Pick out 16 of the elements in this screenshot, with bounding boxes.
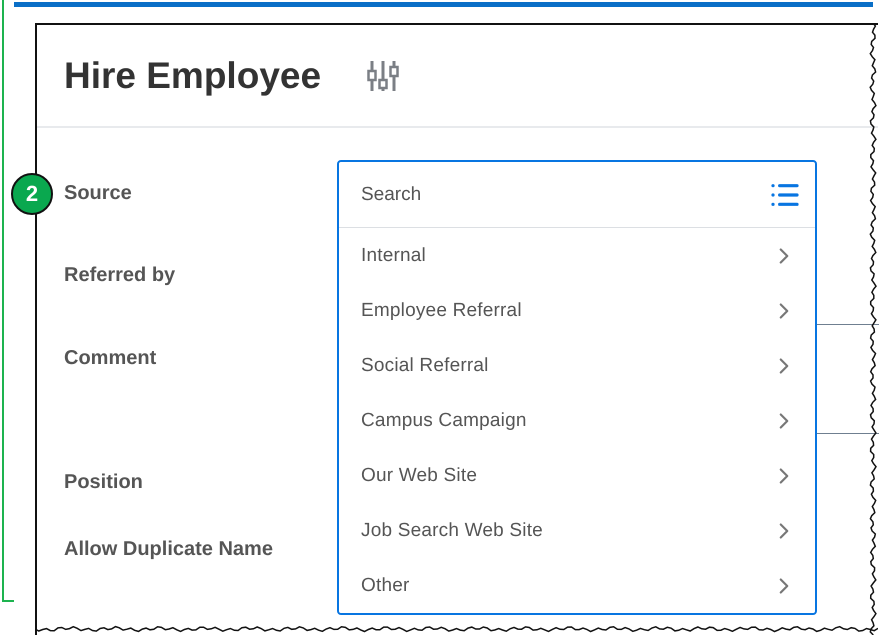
dropdown-option[interactable]: Employee Referral — [339, 283, 815, 338]
step-badge: 2 — [11, 173, 53, 215]
dropdown-option[interactable]: Our Web Site — [339, 448, 815, 503]
dropdown-option[interactable]: Social Referral — [339, 338, 815, 393]
field-label: Referred by — [64, 264, 176, 286]
dropdown-option[interactable]: Internal — [339, 228, 815, 283]
dropdown-option[interactable]: Job Search Web Site — [339, 503, 815, 558]
dropdown-option[interactable]: Other — [339, 558, 815, 613]
field-label: Source — [64, 182, 132, 204]
field-label: Allow Duplicate Name — [64, 538, 273, 560]
field-label: Position — [64, 471, 143, 493]
field-label: Comment — [64, 347, 156, 369]
search-field[interactable]: Search — [361, 184, 769, 206]
dropdown-option[interactable]: Campus Campaign — [339, 393, 815, 448]
page-title: Hire Employee — [64, 54, 322, 96]
sliders-icon[interactable] — [367, 58, 400, 92]
